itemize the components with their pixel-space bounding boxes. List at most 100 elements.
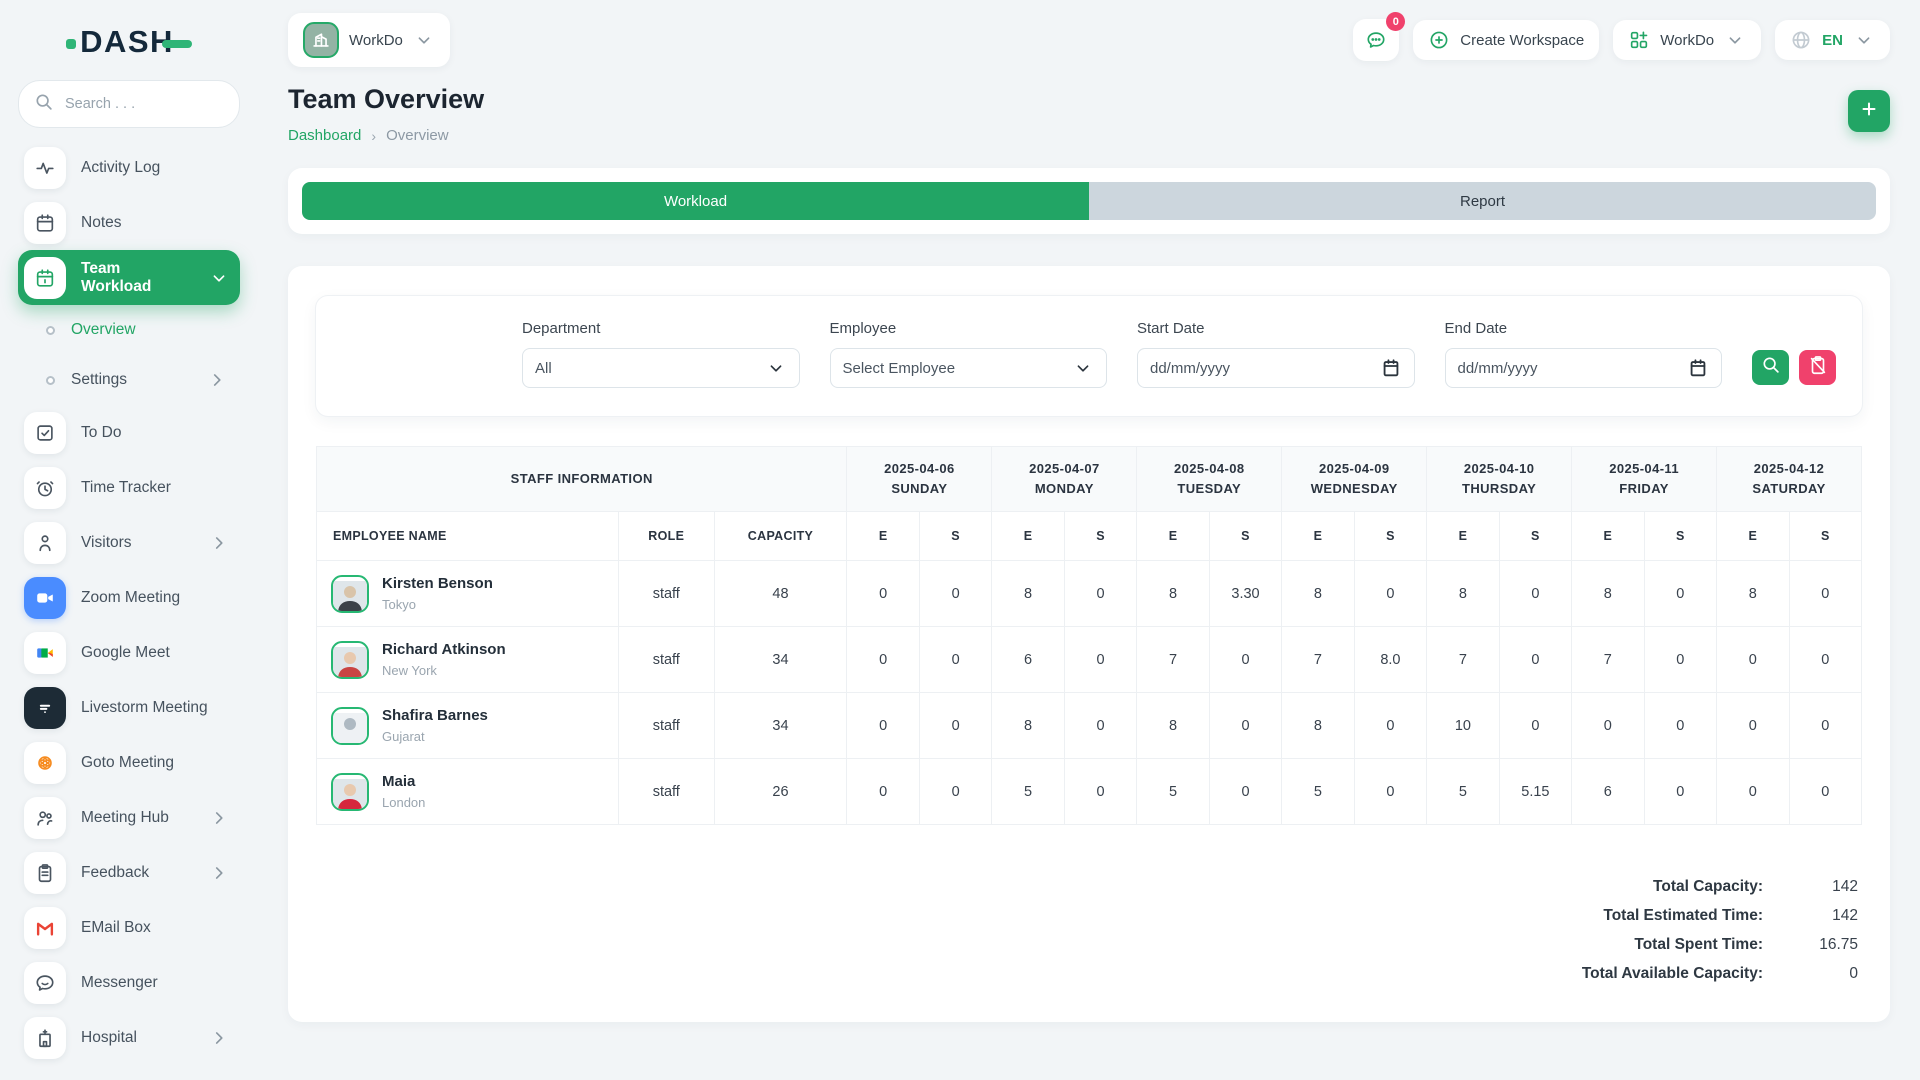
- day-header: 2025-04-11FRIDAY: [1572, 447, 1717, 512]
- spent-cell: 0: [1644, 693, 1716, 759]
- employee-cell: Kirsten Benson Tokyo: [317, 561, 619, 627]
- breadcrumb-dashboard-link[interactable]: Dashboard: [288, 127, 361, 144]
- spent-cell: 0: [1499, 693, 1571, 759]
- sidebar-item-time-tracker[interactable]: Time Tracker: [18, 460, 240, 515]
- add-button[interactable]: [1848, 90, 1890, 132]
- avatar: [331, 641, 369, 679]
- spent-header: S: [1064, 512, 1136, 561]
- breadcrumb: Dashboard › Overview: [288, 127, 484, 144]
- workspace-selector[interactable]: WorkDo: [288, 13, 450, 67]
- workspace-name: WorkDo: [349, 32, 403, 49]
- sidebar-item-label: To Do: [81, 424, 122, 442]
- start-date-label: Start Date: [1137, 320, 1415, 337]
- spent-cell: 0: [1789, 759, 1861, 825]
- start-date-placeholder: dd/mm/yyyy: [1150, 360, 1230, 377]
- sidebar-item-email-box[interactable]: EMail Box: [18, 900, 240, 955]
- sidebar-nav: Activity Log Notes Team Workload Overvie…: [18, 140, 240, 1065]
- role-cell: staff: [618, 627, 714, 693]
- table-group-header-row: STAFF INFORMATION 2025-04-06SUNDAY2025-0…: [317, 447, 1862, 512]
- create-workspace-label: Create Workspace: [1460, 32, 1584, 49]
- estimated-cell: 8: [1282, 561, 1354, 627]
- sidebar-item-zoom-meeting[interactable]: Zoom Meeting: [18, 570, 240, 625]
- sidebar-item-meeting-hub[interactable]: Meeting Hub: [18, 790, 240, 845]
- employee-select[interactable]: Select Employee: [830, 348, 1108, 388]
- alarm-icon: [24, 467, 66, 509]
- workdo-menu-button[interactable]: WorkDo: [1613, 20, 1761, 60]
- chevron-down-icon: [208, 267, 230, 289]
- search-placeholder: Search . . .: [65, 96, 135, 112]
- day-header: 2025-04-08TUESDAY: [1137, 447, 1282, 512]
- messages-button[interactable]: 0: [1353, 19, 1399, 61]
- sidebar-search[interactable]: Search . . .: [18, 80, 240, 128]
- sidebar-subitem-overview[interactable]: Overview: [18, 305, 240, 355]
- sidebar-item-label: Visitors: [81, 534, 132, 552]
- sidebar-item-feedback[interactable]: Feedback: [18, 845, 240, 900]
- sidebar-item-google-meet[interactable]: Google Meet: [18, 625, 240, 680]
- sidebar-item-notes[interactable]: Notes: [18, 195, 240, 250]
- chevron-down-icon: [765, 357, 787, 379]
- tabs-card: Workload Report: [288, 168, 1890, 234]
- chevron-right-icon: [208, 807, 230, 829]
- employee-name: Maia: [382, 773, 425, 790]
- start-date-field: Start Date dd/mm/yyyy: [1137, 320, 1415, 388]
- capacity-cell: 48: [714, 561, 847, 627]
- tab-report[interactable]: Report: [1089, 182, 1876, 220]
- sidebar-subitem-label: Overview: [71, 321, 136, 339]
- department-select[interactable]: All: [522, 348, 800, 388]
- spent-cell: 0: [919, 759, 991, 825]
- workload-panel: Department All Employee Select Employee …: [288, 266, 1890, 1022]
- page-head-left: Team Overview Dashboard › Overview: [288, 84, 484, 144]
- avatar: [331, 707, 369, 745]
- sidebar-item-to-do[interactable]: To Do: [18, 405, 240, 460]
- tabs: Workload Report: [302, 182, 1876, 220]
- total-row: Total Available Capacity: 0: [1582, 962, 1858, 986]
- tab-workload[interactable]: Workload: [302, 182, 1089, 220]
- language-label: EN: [1822, 32, 1843, 49]
- sidebar-item-team-workload[interactable]: Team Workload: [18, 250, 240, 305]
- sidebar-item-label: Notes: [81, 214, 122, 232]
- sidebar-subitem-label: Settings: [71, 371, 127, 389]
- totals-summary: Total Capacity: 142 Total Estimated Time…: [316, 825, 1862, 992]
- capacity-cell: 34: [714, 693, 847, 759]
- sidebar-item-label: Feedback: [81, 864, 149, 882]
- table-body: Kirsten Benson Tokyo staff 48 008083.308…: [317, 561, 1862, 825]
- total-label: Total Estimated Time:: [1603, 904, 1763, 928]
- reset-filter-button[interactable]: [1799, 350, 1836, 385]
- spent-cell: 0: [919, 561, 991, 627]
- spent-cell: 0: [1644, 759, 1716, 825]
- create-workspace-button[interactable]: Create Workspace: [1413, 20, 1599, 60]
- department-label: Department: [522, 320, 800, 337]
- gmail-icon: [24, 907, 66, 949]
- language-selector[interactable]: EN: [1775, 20, 1890, 60]
- end-date-input[interactable]: dd/mm/yyyy: [1445, 348, 1723, 388]
- page-title: Team Overview: [288, 84, 484, 115]
- sidebar-item-visitors[interactable]: Visitors: [18, 515, 240, 570]
- sidebar-item-livestorm-meeting[interactable]: Livestorm Meeting: [18, 680, 240, 735]
- topbar: WorkDo 0 Create Workspace WorkDo: [288, 0, 1890, 70]
- spent-cell: 0: [1789, 561, 1861, 627]
- spent-cell: 8.0: [1354, 627, 1426, 693]
- sidebar-item-activity-log[interactable]: Activity Log: [18, 140, 240, 195]
- estimated-cell: 5: [1282, 759, 1354, 825]
- start-date-input[interactable]: dd/mm/yyyy: [1137, 348, 1415, 388]
- video-icon: [24, 577, 66, 619]
- estimated-header: E: [992, 512, 1064, 561]
- estimated-cell: 7: [1572, 627, 1644, 693]
- day-header: 2025-04-07MONDAY: [992, 447, 1137, 512]
- estimated-cell: 0: [847, 561, 919, 627]
- sidebar-item-goto-meeting[interactable]: Goto Meeting: [18, 735, 240, 790]
- employee-cell: Maia London: [317, 759, 619, 825]
- spent-cell: 0: [1499, 561, 1571, 627]
- sidebar-item-hospital[interactable]: Hospital: [18, 1010, 240, 1065]
- avatar: [331, 773, 369, 811]
- apply-filter-button[interactable]: [1752, 350, 1789, 385]
- estimated-cell: 7: [1137, 627, 1209, 693]
- estimated-cell: 8: [992, 561, 1064, 627]
- employee-location: Tokyo: [382, 597, 493, 612]
- sidebar-item-messenger[interactable]: Messenger: [18, 955, 240, 1010]
- clear-filter-icon: [1807, 354, 1829, 381]
- role-cell: staff: [618, 759, 714, 825]
- sidebar-subitem-settings[interactable]: Settings: [18, 355, 240, 405]
- role-cell: staff: [618, 693, 714, 759]
- spent-cell: 0: [1354, 759, 1426, 825]
